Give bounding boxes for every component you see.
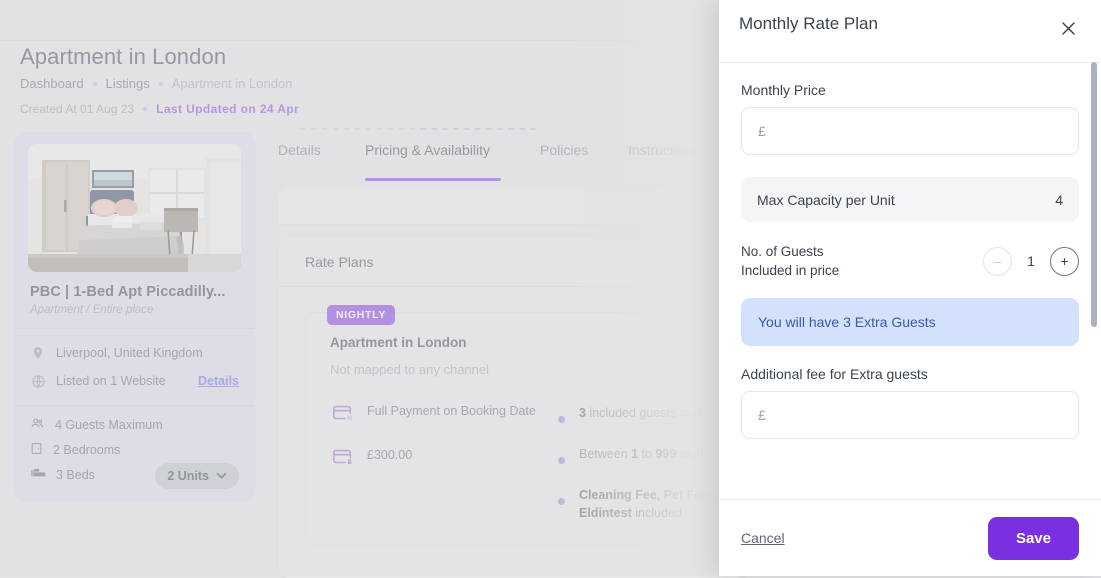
partial-row-above-tabs-2	[420, 128, 540, 130]
listing-location-block: Liverpool, United Kingdom Listed on 1 We…	[14, 329, 255, 405]
guests-icon	[30, 416, 45, 434]
rate-plan-bullet: Cleaning Fee, Pet Fee-1, Eldintest inclu…	[558, 486, 723, 522]
breadcrumb-item-dashboard[interactable]: Dashboard	[20, 76, 84, 91]
listing-meta-row: Created At 01 Aug 23 Last Updated on 24 …	[20, 102, 299, 116]
drawer-scrollbar-thumb[interactable]	[1091, 62, 1097, 327]
rate-plan-payment-row: % Full Payment on Booking Date	[332, 402, 547, 424]
rate-plans-divider	[278, 286, 748, 287]
breadcrumb-item-listings[interactable]: Listings	[106, 76, 150, 91]
globe-icon	[30, 373, 46, 389]
location-pin-icon	[30, 345, 46, 361]
rate-plans-title: Rate Plans	[278, 238, 748, 270]
tab-instructions[interactable]: Instructions	[628, 142, 700, 158]
breadcrumb-separator-dot	[159, 82, 163, 86]
bedroom-photo	[28, 144, 241, 272]
guests-label-line-1: No. of Guests	[741, 242, 839, 261]
extra-guest-fee-label: Additional fee for Extra guests	[741, 366, 1079, 382]
rate-plan-type-badge: NIGHTLY	[327, 305, 395, 325]
extra-guest-fee-input[interactable]: £	[741, 391, 1079, 439]
listing-type: Apartment / Entire place	[14, 300, 255, 328]
guests-stepper: – 1 +	[983, 247, 1079, 276]
units-dropdown[interactable]: 2 Units	[155, 463, 239, 489]
rate-plan-bullet: Between 1 to 999 nights	[558, 445, 723, 464]
save-button[interactable]: Save	[988, 517, 1079, 560]
rate-plan-night-range: Between 1 to 999 nights	[579, 445, 713, 463]
breadcrumb-item-current: Apartment in London	[172, 76, 293, 91]
guests-included-label: No. of Guests Included in price	[741, 242, 839, 280]
content-card-top-edge	[278, 188, 738, 224]
guests-label-line-2: Included in price	[741, 261, 839, 280]
page-title: Apartment in London	[20, 44, 226, 70]
card-lock-icon	[332, 446, 354, 468]
rate-plan-bullet: 3 included guests in price	[558, 404, 723, 423]
monthly-price-placeholder: £	[758, 123, 766, 139]
extra-guests-info-banner: You will have 3 Extra Guests	[741, 298, 1079, 346]
guests-decrement-button[interactable]: –	[983, 247, 1012, 276]
max-capacity-value: 4	[1055, 192, 1063, 208]
listing-website-text: Listed on 1 Website	[56, 374, 166, 388]
listing-summary-card: PBC | 1-Bed Apt Piccadilly... Apartment …	[14, 132, 255, 501]
last-updated-text: Last Updated on 24 Apr	[156, 102, 299, 116]
rate-plan-fees: Cleaning Fee, Pet Fee-1, Eldintest inclu…	[579, 486, 723, 522]
guests-increment-button[interactable]: +	[1050, 247, 1079, 276]
listing-guests-row: 4 Guests Maximum	[30, 412, 239, 437]
guests-included-row: No. of Guests Included in price – 1 +	[741, 242, 1079, 280]
tab-bar: Details Pricing & Availability Policies …	[278, 142, 720, 184]
listing-location-text: Liverpool, United Kingdom	[56, 346, 203, 360]
drawer-header: Monthly Rate Plan	[719, 0, 1101, 63]
svg-text:%: %	[347, 416, 353, 422]
rate-plan-included-guests: 3 included guests in price	[579, 404, 720, 422]
rate-plan-payment-text: Full Payment on Booking Date	[367, 402, 536, 424]
door-icon	[30, 442, 43, 458]
tab-pricing-availability[interactable]: Pricing & Availability	[365, 142, 490, 158]
monthly-price-input[interactable]: £	[741, 107, 1079, 155]
listing-beds-text: 3 Beds	[56, 468, 95, 482]
listing-capacity-block: 4 Guests Maximum 2 Bedrooms 3 Beds 2 Uni…	[14, 406, 255, 501]
extra-guest-fee-placeholder: £	[758, 407, 766, 423]
listing-bedrooms-text: 2 Bedrooms	[53, 443, 120, 457]
listing-bedrooms-row: 2 Bedrooms	[30, 437, 239, 462]
listing-photo-wrapper	[14, 132, 255, 282]
rate-plan-left-details: % Full Payment on Booking Date £300.00	[332, 402, 547, 490]
listing-name: PBC | 1-Bed Apt Piccadilly...	[14, 282, 255, 300]
tab-active-underline	[365, 178, 501, 181]
tab-details[interactable]: Details	[278, 142, 321, 158]
tab-policies[interactable]: Policies	[540, 142, 588, 158]
bullet-dot-icon	[558, 457, 565, 464]
meta-separator-dot	[143, 107, 147, 111]
card-percent-icon: %	[332, 402, 354, 424]
rate-plan-price-row: £300.00	[332, 446, 547, 468]
drawer-body: Monthly Price £ Max Capacity per Unit 4 …	[719, 62, 1101, 500]
rate-plan-channel-status: Not mapped to any channel	[330, 362, 489, 377]
created-at-text: Created At 01 Aug 23	[20, 102, 134, 116]
bullet-dot-icon	[558, 498, 565, 505]
max-capacity-label: Max Capacity per Unit	[757, 192, 895, 208]
guests-value: 1	[1026, 253, 1036, 269]
breadcrumb-separator-dot	[93, 82, 97, 86]
drawer-footer: Cancel Save	[719, 499, 1101, 576]
listing-guests-text: 4 Guests Maximum	[55, 418, 163, 432]
header-divider	[0, 40, 720, 41]
rate-plan-name: Apartment in London	[330, 335, 466, 350]
monthly-rate-plan-drawer: Monthly Rate Plan Monthly Price £ Max Ca…	[719, 0, 1101, 576]
bullet-dot-icon	[558, 416, 565, 423]
listing-website-row: Listed on 1 Website Details	[30, 367, 239, 395]
rate-plan-price-text: £300.00	[367, 446, 412, 468]
units-dropdown-label: 2 Units	[167, 469, 209, 483]
cancel-button[interactable]: Cancel	[741, 530, 785, 546]
breadcrumb: Dashboard Listings Apartment in London	[20, 76, 292, 91]
drawer-title: Monthly Rate Plan	[739, 14, 878, 34]
monthly-price-label: Monthly Price	[741, 82, 1079, 98]
bed-icon	[30, 465, 46, 484]
max-capacity-row: Max Capacity per Unit 4	[741, 177, 1079, 222]
listing-location-row: Liverpool, United Kingdom	[30, 339, 239, 367]
listing-details-link[interactable]: Details	[198, 374, 239, 388]
close-icon[interactable]	[1053, 13, 1083, 43]
rate-plan-right-details: 3 included guests in price Between 1 to …	[558, 404, 723, 544]
chevron-down-icon	[216, 470, 227, 482]
